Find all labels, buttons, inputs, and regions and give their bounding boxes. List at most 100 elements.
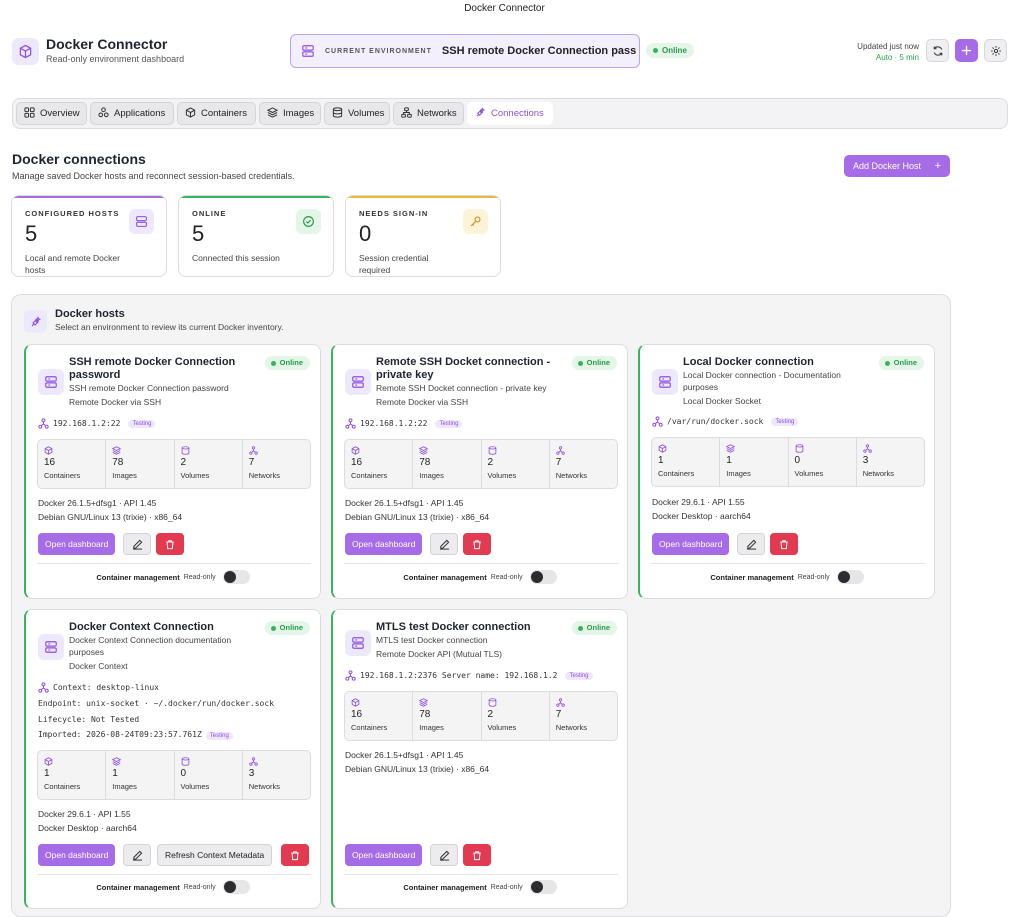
delete-button[interactable] — [770, 533, 798, 555]
host-imported-text: Imported: 2026-08-24T09:23:57.761Z — [38, 730, 202, 739]
grid-icon — [24, 107, 35, 118]
add-button[interactable] — [955, 39, 978, 62]
edit-button[interactable] — [430, 844, 458, 866]
delete-button[interactable] — [281, 844, 309, 866]
stat-value: 7 — [248, 457, 255, 468]
stat-value: 1 — [44, 768, 50, 779]
stat-online: ONLINE 5 Connected this session — [178, 195, 334, 277]
trash-icon — [166, 539, 174, 549]
host-description: MTLS test Docker connection — [376, 635, 488, 645]
edit-button[interactable] — [123, 533, 151, 555]
container-management: Container management Read-only — [26, 570, 320, 584]
stat-images: 1 Images — [720, 438, 789, 486]
server-icon — [652, 369, 678, 395]
container-management-toggle[interactable] — [836, 570, 864, 584]
database-icon — [181, 446, 189, 455]
delete-button[interactable] — [463, 533, 491, 555]
trash-icon — [291, 850, 299, 860]
box-icon — [658, 444, 667, 453]
stat-label: NEEDS SIGN-IN — [359, 209, 429, 218]
stat-value: 16 — [44, 457, 56, 468]
host-title: Docker Context Connection — [69, 621, 214, 633]
container-management-toggle[interactable] — [222, 570, 250, 584]
environment-value: SSH remote Docker Connection pass — [441, 45, 637, 57]
network-icon — [556, 698, 565, 707]
edit-button[interactable] — [430, 533, 458, 555]
stat-volumes: 2 Volumes — [482, 692, 550, 740]
host-card[interactable]: Remote SSH Docket connection - private k… — [331, 344, 628, 599]
tab-images[interactable]: Images — [259, 102, 321, 125]
stat-containers: 1 Containers — [38, 751, 107, 799]
stat-value: 1 — [658, 455, 664, 466]
updated-status: Updated just now Auto · 5 min — [857, 41, 919, 63]
read-only-label: Read-only — [490, 573, 523, 581]
stat-label: Networks — [248, 471, 281, 480]
divider — [344, 563, 618, 564]
environment-label: CURRENT ENVIRONMENT — [325, 47, 432, 55]
host-type: Docker Context — [69, 661, 128, 671]
stat-value: 2 — [180, 457, 187, 468]
open-dashboard-button[interactable]: Open dashboard — [345, 533, 423, 555]
host-version: Docker 26.1.5+dfsg1 · API 1.45 — [345, 498, 464, 508]
refresh-context-metadata-button[interactable]: Refresh Context Metadata — [157, 844, 273, 866]
tab-volumes[interactable]: Volumes — [324, 102, 390, 125]
stat-value: 3 — [248, 768, 255, 779]
open-dashboard-button[interactable]: Open dashboard — [345, 844, 423, 866]
pencil-icon — [439, 850, 449, 861]
stat-label: Images — [112, 471, 137, 480]
tab-overview[interactable]: Overview — [16, 102, 87, 125]
stat-value: 78 — [419, 457, 431, 468]
stat-images: 1 Images — [106, 751, 175, 799]
sparkle-icon: + — [934, 160, 941, 172]
stat-configured-hosts: CONFIGURED HOSTS 5 Local and remote Dock… — [11, 195, 167, 277]
tab-connections[interactable]: Connections — [467, 102, 553, 125]
delete-button[interactable] — [463, 844, 491, 866]
stat-value: 2 — [487, 709, 494, 720]
gear-icon — [990, 45, 1001, 56]
testing-badge: Testing — [435, 419, 463, 428]
tab-containers[interactable]: Containers — [177, 102, 256, 125]
host-card[interactable]: MTLS test Docker connection Online MTLS … — [331, 609, 628, 909]
stat-volumes: 0 Volumes — [175, 751, 243, 799]
delete-button[interactable] — [156, 533, 184, 555]
add-docker-host-button[interactable]: Add Docker Host + — [844, 155, 950, 177]
trash-icon — [473, 850, 481, 860]
container-management-toggle[interactable] — [529, 570, 557, 584]
settings-button[interactable] — [984, 39, 1007, 62]
stat-label: Networks — [555, 471, 588, 480]
environment-selector[interactable]: CURRENT ENVIRONMENT SSH remote Docker Co… — [290, 34, 640, 68]
stat-images: 78 Images — [106, 440, 175, 488]
window-title: Docker Connector — [464, 3, 545, 14]
divider — [344, 874, 618, 875]
tab-applications[interactable]: Applications — [90, 102, 174, 125]
open-dashboard-button[interactable]: Open dashboard — [652, 533, 730, 555]
stat-networks: 7 Networks — [243, 440, 310, 488]
edit-button[interactable] — [123, 844, 151, 866]
tab-label: Connections — [491, 108, 544, 119]
host-card[interactable]: Local Docker connection Online Local Doc… — [638, 344, 935, 599]
stat-value: 0 — [794, 455, 801, 466]
host-description: SSH remote Docker Connection password — [69, 383, 229, 393]
pencil-icon — [132, 850, 142, 861]
open-dashboard-button[interactable]: Open dashboard — [38, 844, 116, 866]
layers-icon — [267, 107, 278, 118]
host-card[interactable]: SSH remote Docker Connection password On… — [24, 344, 321, 599]
stat-value: 0 — [359, 221, 372, 246]
host-card[interactable]: Docker Context Connection Online Docker … — [24, 609, 321, 909]
network-icon — [38, 418, 49, 429]
open-dashboard-button[interactable]: Open dashboard — [38, 533, 116, 555]
edit-button[interactable] — [737, 533, 765, 555]
host-stats: 16 Containers 78 Images 2 Volumes 7 Networks — [37, 439, 311, 489]
stat-value: 0 — [180, 768, 187, 779]
host-os: Debian GNU/Linux 13 (trixie) · x86_64 — [345, 512, 490, 522]
container-management-toggle[interactable] — [529, 880, 557, 894]
container-management-toggle[interactable] — [222, 880, 250, 894]
stat-containers: 16 Containers — [345, 692, 414, 740]
database-icon — [488, 446, 496, 455]
stat-value: 7 — [555, 457, 562, 468]
refresh-button[interactable] — [926, 39, 949, 62]
auto-refresh-text: Auto · 5 min — [875, 53, 919, 62]
docker-hosts-subtitle: Select an environment to review its curr… — [55, 322, 284, 332]
tab-networks[interactable]: Networks — [393, 102, 464, 125]
trash-icon — [780, 539, 788, 549]
